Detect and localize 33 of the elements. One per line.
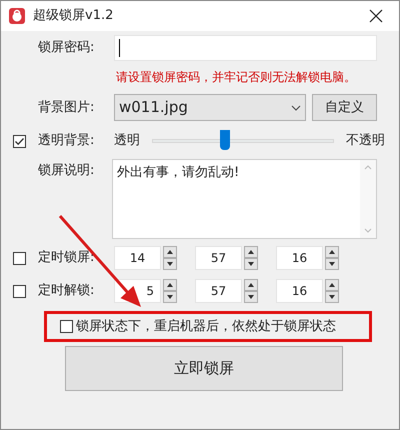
app-lock-icon bbox=[9, 8, 25, 24]
spin-buttons[interactable] bbox=[325, 246, 339, 270]
time-field[interactable]: 16 bbox=[276, 279, 323, 303]
caret-icon bbox=[291, 104, 301, 110]
spin-buttons[interactable] bbox=[325, 279, 339, 303]
checkbox-label: 锁屏状态下，重启机器后，依然处于锁屏状态 bbox=[76, 318, 336, 336]
spin-buttons[interactable] bbox=[244, 246, 258, 270]
slider-max-label: 不透明 bbox=[346, 132, 385, 150]
slider-thumb[interactable] bbox=[220, 130, 230, 150]
background-dropdown[interactable]: w011.jpg bbox=[114, 94, 306, 121]
time-field[interactable]: 16 bbox=[276, 246, 323, 270]
checkbox[interactable] bbox=[13, 252, 26, 264]
time-field[interactable]: 14 bbox=[114, 246, 161, 270]
slider-min-label: 透明 bbox=[114, 132, 141, 150]
time-field[interactable]: 57 bbox=[195, 246, 242, 270]
checkbox[interactable] bbox=[13, 284, 26, 298]
close-icon[interactable] bbox=[369, 9, 383, 23]
checkbox[interactable] bbox=[60, 320, 73, 333]
field-label: 透明背景: bbox=[38, 132, 96, 150]
field-label: 锁屏说明: bbox=[37, 162, 96, 180]
lock-now-button[interactable]: 立即锁屏 bbox=[65, 346, 343, 391]
password-field[interactable] bbox=[114, 35, 377, 61]
field-label: 背景图片: bbox=[37, 98, 96, 117]
field-label: 锁屏密码: bbox=[37, 39, 96, 58]
spin-buttons[interactable] bbox=[244, 279, 258, 303]
spin-buttons[interactable] bbox=[163, 246, 177, 270]
warning-text: 请设置锁屏密码，并牢记否则无法解锁电脑。 bbox=[115, 69, 357, 86]
spin-buttons[interactable] bbox=[163, 279, 177, 303]
customize-button[interactable]: 自定义 bbox=[312, 94, 377, 121]
field-label: 定时解锁: bbox=[38, 282, 96, 300]
checkbox[interactable] bbox=[13, 134, 26, 148]
time-field[interactable]: 57 bbox=[195, 279, 242, 303]
window-title: 超级锁屏v1.2 bbox=[33, 7, 114, 26]
